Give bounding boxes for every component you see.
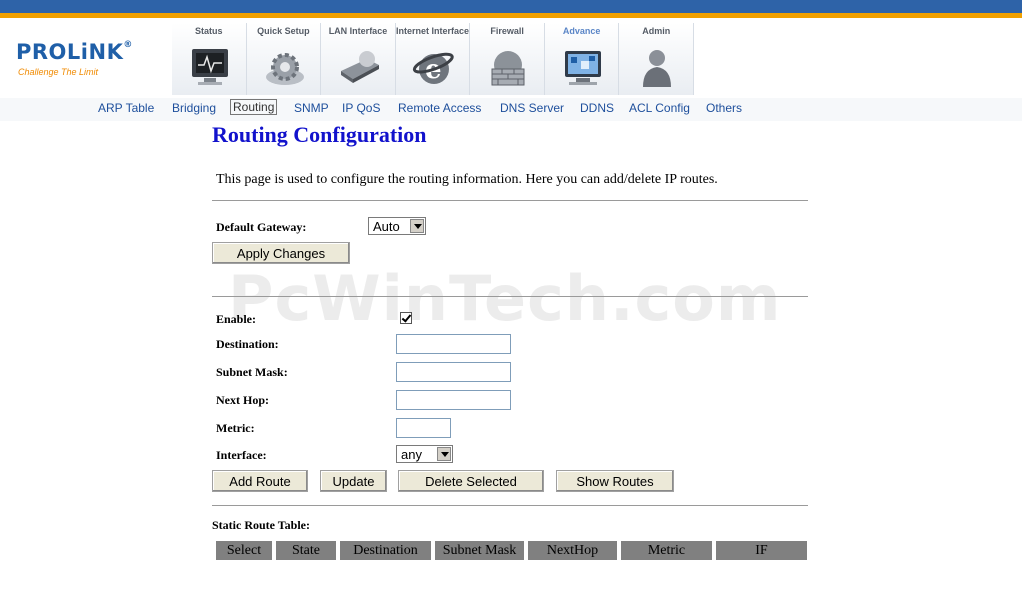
subnav-arp-table[interactable]: ARP Table bbox=[98, 101, 154, 115]
sub-navigation: ARP Table Bridging Routing SNMP IP QoS R… bbox=[0, 98, 1022, 121]
admin-user-icon bbox=[643, 50, 672, 87]
metric-input[interactable] bbox=[396, 418, 451, 438]
subnav-dns-server[interactable]: DNS Server bbox=[500, 101, 564, 115]
static-route-table-title: Static Route Table: bbox=[212, 518, 311, 532]
tab-label: Firewall bbox=[490, 26, 524, 36]
subnav-ddns[interactable]: DDNS bbox=[580, 101, 614, 115]
destination-input[interactable] bbox=[396, 334, 511, 354]
logo-tagline: Challenge The Limit bbox=[18, 67, 99, 77]
page-description: This page is used to configure the routi… bbox=[216, 172, 718, 187]
top-header-bar bbox=[0, 0, 1022, 13]
subnet-mask-label: Subnet Mask: bbox=[216, 365, 288, 379]
default-gateway-label: Default Gateway: bbox=[216, 220, 307, 234]
tab-status[interactable]: Status bbox=[172, 23, 247, 95]
update-button[interactable]: Update bbox=[320, 470, 387, 492]
internet-explorer-icon: e bbox=[412, 52, 454, 85]
interface-select[interactable]: any bbox=[396, 445, 453, 463]
chevron-down-icon bbox=[410, 219, 424, 233]
main-tabs: Status Quick Setup LAN Interface Interne… bbox=[172, 23, 695, 95]
column-header-metric: Metric bbox=[621, 541, 712, 560]
interface-value: any bbox=[401, 447, 422, 462]
default-gateway-select[interactable]: Auto bbox=[368, 217, 426, 235]
add-route-button[interactable]: Add Route bbox=[212, 470, 308, 492]
drive-icon bbox=[341, 51, 380, 83]
tab-label: Advance bbox=[562, 26, 601, 36]
firewall-icon bbox=[491, 51, 525, 86]
subnav-others[interactable]: Others bbox=[706, 101, 742, 115]
tab-advance[interactable]: Advance bbox=[544, 23, 620, 95]
default-gateway-value: Auto bbox=[373, 219, 400, 234]
subnav-snmp[interactable]: SNMP bbox=[294, 101, 329, 115]
tab-internet-interface[interactable]: Internet Interface e bbox=[395, 23, 471, 95]
tab-lan-interface[interactable]: LAN Interface bbox=[321, 23, 396, 95]
tab-label: LAN Interface bbox=[328, 26, 388, 36]
column-header-if: IF bbox=[716, 541, 807, 560]
subnav-bridging[interactable]: Bridging bbox=[172, 101, 216, 115]
prolink-logo: PROLiNK® Challenge The Limit bbox=[16, 40, 166, 90]
metric-label: Metric: bbox=[216, 421, 255, 435]
column-header-nexthop: NextHop bbox=[528, 541, 617, 560]
static-route-table-header: Select State Destination Subnet Mask Nex… bbox=[216, 541, 807, 560]
tab-label: Quick Setup bbox=[257, 26, 310, 36]
show-routes-button[interactable]: Show Routes bbox=[556, 470, 674, 492]
interface-label: Interface: bbox=[216, 448, 267, 462]
divider bbox=[212, 200, 808, 201]
gear-icon bbox=[265, 53, 304, 85]
subnet-mask-input[interactable] bbox=[396, 362, 511, 382]
enable-label: Enable: bbox=[216, 312, 257, 326]
advance-icon bbox=[564, 51, 601, 85]
divider bbox=[212, 505, 808, 506]
destination-label: Destination: bbox=[216, 337, 279, 351]
divider bbox=[212, 296, 808, 297]
subnav-routing[interactable]: Routing bbox=[230, 99, 278, 115]
tab-quick-setup[interactable]: Quick Setup bbox=[246, 23, 322, 95]
column-header-subnet-mask: Subnet Mask bbox=[435, 541, 524, 560]
subnav-acl-config[interactable]: ACL Config bbox=[629, 101, 690, 115]
subnav-remote-access[interactable]: Remote Access bbox=[398, 101, 481, 115]
logo-registered-mark: ® bbox=[123, 40, 133, 50]
monitor-icon bbox=[192, 49, 228, 85]
column-header-state: State bbox=[276, 541, 336, 560]
tab-label: Admin bbox=[642, 26, 671, 36]
watermark: PcWinTech.com bbox=[228, 262, 782, 335]
enable-checkbox[interactable] bbox=[400, 312, 412, 324]
tab-firewall[interactable]: Firewall bbox=[470, 23, 545, 95]
column-header-destination: Destination bbox=[340, 541, 431, 560]
column-header-select: Select bbox=[216, 541, 272, 560]
delete-selected-button[interactable]: Delete Selected bbox=[398, 470, 544, 492]
logo-name: PROLiNK bbox=[16, 40, 124, 64]
page-title: Routing Configuration bbox=[212, 122, 427, 147]
next-hop-input[interactable] bbox=[396, 390, 511, 410]
tab-label: Internet Interface bbox=[396, 26, 470, 36]
tab-label: Status bbox=[195, 26, 223, 36]
tab-admin[interactable]: Admin bbox=[619, 23, 695, 95]
chevron-down-icon bbox=[437, 447, 451, 461]
apply-changes-button[interactable]: Apply Changes bbox=[212, 242, 350, 264]
next-hop-label: Next Hop: bbox=[216, 393, 269, 407]
subnav-ip-qos[interactable]: IP QoS bbox=[342, 101, 380, 115]
